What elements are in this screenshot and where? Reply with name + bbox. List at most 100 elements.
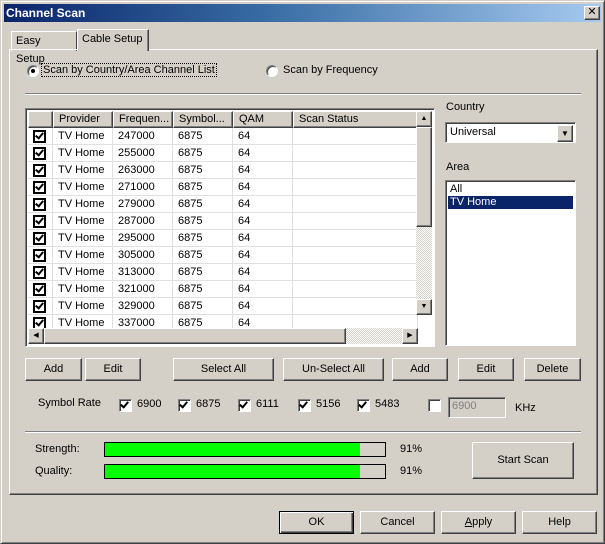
symbol-rate-option-label[interactable]: 6111 (256, 398, 279, 410)
area-item-tv-home[interactable]: TV Home (448, 196, 573, 209)
tab-cable-setup[interactable]: Cable Setup (77, 29, 149, 51)
column-header-qam[interactable]: QAM (233, 111, 293, 128)
check-icon (35, 181, 44, 191)
table-row[interactable]: TV Home 295000 6875 64 (28, 230, 418, 247)
vertical-scroll-thumb[interactable] (416, 127, 432, 227)
column-header-provider[interactable]: Provider (53, 111, 113, 128)
edit-channel-button[interactable]: Edit (85, 358, 141, 381)
vertical-scrollbar[interactable]: ▲ ▼ (416, 111, 432, 331)
symbol-rate-checkbox-6111[interactable] (238, 399, 251, 412)
add-area-button[interactable]: Add (392, 358, 448, 381)
check-icon (35, 198, 44, 208)
table-row[interactable]: TV Home 255000 6875 64 (28, 145, 418, 162)
cell-provider: TV Home (53, 196, 113, 213)
table-row[interactable]: TV Home 247000 6875 64 (28, 128, 418, 145)
table-row[interactable]: TV Home 279000 6875 64 (28, 196, 418, 213)
row-checkbox[interactable] (33, 181, 46, 194)
row-checkbox[interactable] (33, 300, 46, 313)
row-checkbox-cell (28, 213, 53, 230)
cell-frequency: 279000 (113, 196, 173, 213)
area-item-all[interactable]: All (448, 183, 573, 196)
row-checkbox[interactable] (33, 164, 46, 177)
cancel-button[interactable]: Cancel (360, 511, 435, 534)
row-checkbox[interactable] (33, 232, 46, 245)
symbol-rate-option-label[interactable]: 5483 (375, 398, 399, 410)
column-header-frequency[interactable]: Frequen... (113, 111, 173, 128)
cell-scan-status (293, 145, 418, 162)
cell-provider: TV Home (53, 213, 113, 230)
help-button[interactable]: Help (522, 511, 597, 534)
custom-symbol-rate-input[interactable]: 6900 (448, 397, 506, 418)
row-checkbox-cell (28, 179, 53, 196)
quality-progress-fill (105, 465, 360, 478)
area-listbox[interactable]: All TV Home (445, 180, 576, 346)
row-checkbox[interactable] (33, 266, 46, 279)
cell-symbol-rate: 6875 (173, 128, 233, 145)
country-dropdown[interactable]: Universal ▼ (445, 122, 576, 143)
row-checkbox[interactable] (33, 147, 46, 160)
check-icon (35, 215, 44, 225)
row-checkbox[interactable] (33, 215, 46, 228)
close-button[interactable]: ✕ (584, 6, 600, 20)
table-row[interactable]: TV Home 271000 6875 64 (28, 179, 418, 196)
column-header-check[interactable] (28, 111, 53, 128)
tab-easy-setup[interactable]: Easy Setup (11, 31, 77, 65)
cell-provider: TV Home (53, 179, 113, 196)
cell-qam: 64 (233, 162, 293, 179)
scan-by-country-radio[interactable] (27, 65, 39, 77)
quality-progress-bar (104, 464, 386, 479)
row-checkbox[interactable] (33, 130, 46, 143)
add-channel-button[interactable]: Add (25, 358, 82, 381)
horizontal-scroll-thumb[interactable] (44, 328, 346, 344)
dropdown-button[interactable]: ▼ (557, 125, 573, 142)
cell-frequency: 329000 (113, 298, 173, 315)
cell-symbol-rate: 6875 (173, 196, 233, 213)
cell-qam: 64 (233, 298, 293, 315)
row-checkbox-cell (28, 196, 53, 213)
scan-by-country-label[interactable]: Scan by Country/Area Channel List (41, 63, 217, 77)
select-all-button[interactable]: Select All (173, 358, 274, 381)
cell-frequency: 271000 (113, 179, 173, 196)
horizontal-scrollbar[interactable]: ◀ ▶ (28, 328, 418, 344)
start-scan-button[interactable]: Start Scan (472, 442, 574, 479)
symbol-rate-checkbox-6875[interactable] (178, 399, 191, 412)
table-row[interactable]: TV Home 287000 6875 64 (28, 213, 418, 230)
table-row[interactable]: TV Home 321000 6875 64 (28, 281, 418, 298)
cell-frequency: 295000 (113, 230, 173, 247)
table-row[interactable]: TV Home 329000 6875 64 (28, 298, 418, 315)
ok-button[interactable]: OK (279, 511, 354, 534)
table-row[interactable]: TV Home 313000 6875 64 (28, 264, 418, 281)
cell-qam: 64 (233, 128, 293, 145)
row-checkbox-cell (28, 230, 53, 247)
symbol-rate-checkbox-5156[interactable] (298, 399, 311, 412)
channel-list-body: TV Home 247000 6875 64 TV Home 255000 6875 64 TV… (28, 128, 418, 331)
scroll-down-button[interactable]: ▼ (416, 299, 432, 315)
table-row[interactable]: TV Home 263000 6875 64 (28, 162, 418, 179)
scroll-up-button[interactable]: ▲ (416, 111, 432, 127)
channel-list[interactable]: Provider Frequen... Symbol... QAM Scan S… (25, 108, 435, 347)
edit-area-button[interactable]: Edit (458, 358, 514, 381)
row-checkbox[interactable] (33, 198, 46, 211)
symbol-rate-option-label[interactable]: 6900 (137, 398, 161, 410)
cell-scan-status (293, 213, 418, 230)
column-header-scan-status[interactable]: Scan Status (293, 111, 418, 128)
scan-by-frequency-label[interactable]: Scan by Frequency (283, 64, 378, 76)
scroll-left-button[interactable]: ◀ (28, 328, 44, 344)
apply-button[interactable]: Apply (441, 511, 516, 534)
strength-progress-fill (105, 443, 360, 456)
channel-list-header: Provider Frequen... Symbol... QAM Scan S… (28, 111, 418, 128)
row-checkbox[interactable] (33, 283, 46, 296)
unselect-all-button[interactable]: Un-Select All (283, 358, 384, 381)
symbol-rate-option-label[interactable]: 6875 (196, 398, 220, 410)
symbol-rate-checkbox-6900[interactable] (119, 399, 132, 412)
symbol-rate-checkbox-5483[interactable] (357, 399, 370, 412)
custom-symbol-rate-checkbox[interactable] (428, 399, 441, 412)
scroll-right-button[interactable]: ▶ (402, 328, 418, 344)
symbol-rate-option-label[interactable]: 5156 (316, 398, 340, 410)
column-header-symbol[interactable]: Symbol... (173, 111, 233, 128)
scroll-up-icon: ▲ (420, 115, 428, 122)
scan-by-frequency-radio[interactable] (266, 65, 278, 77)
table-row[interactable]: TV Home 305000 6875 64 (28, 247, 418, 264)
delete-area-button[interactable]: Delete (524, 358, 581, 381)
row-checkbox[interactable] (33, 249, 46, 262)
